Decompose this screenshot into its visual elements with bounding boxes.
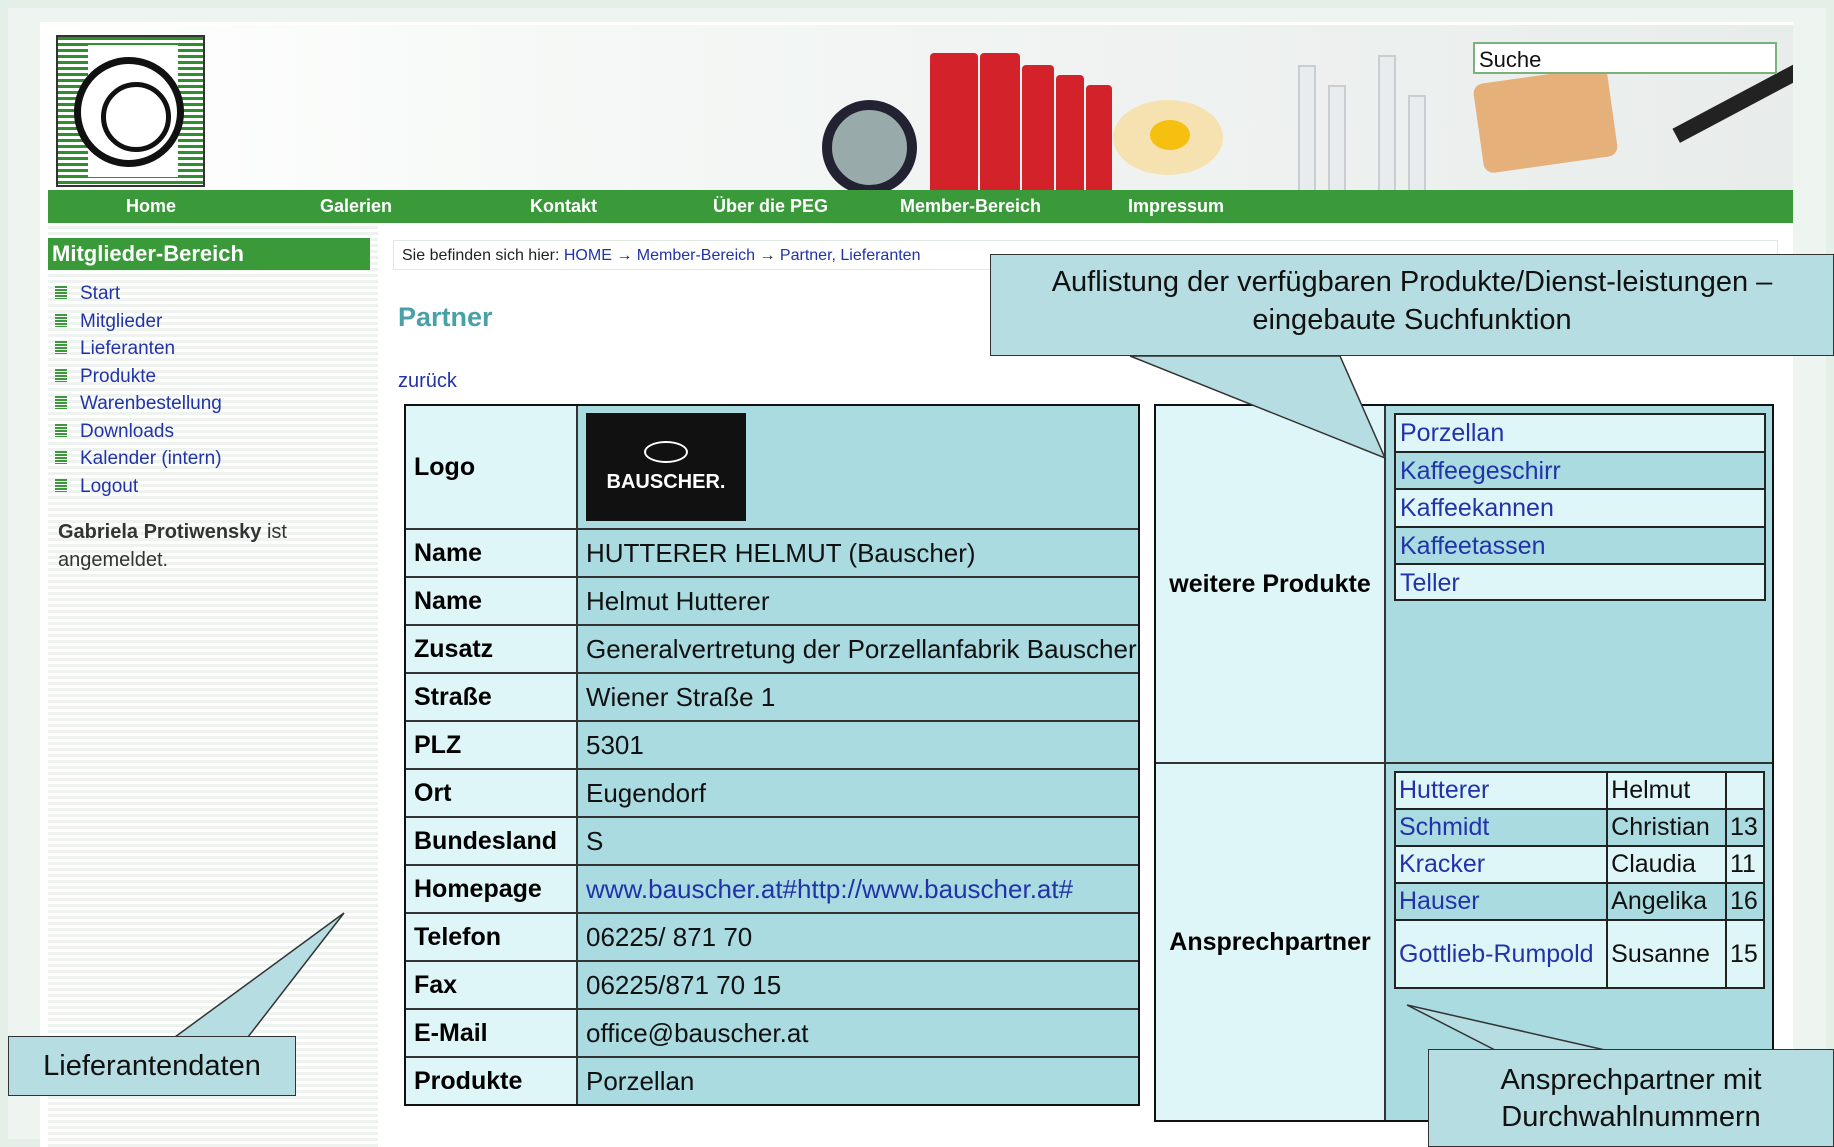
callout-pointers xyxy=(172,355,1606,1051)
callout-products: Auflistung der verfügbaren Produkte/Dien… xyxy=(990,254,1834,356)
callout-contacts: Ansprechpartner mit Durchwahlnummern xyxy=(1428,1049,1834,1147)
callout-supplier: Lieferantendaten xyxy=(8,1036,296,1096)
callout-pointer xyxy=(1129,355,1387,460)
callout-pointer xyxy=(172,912,345,1038)
callout-pointer xyxy=(1406,1004,1606,1051)
